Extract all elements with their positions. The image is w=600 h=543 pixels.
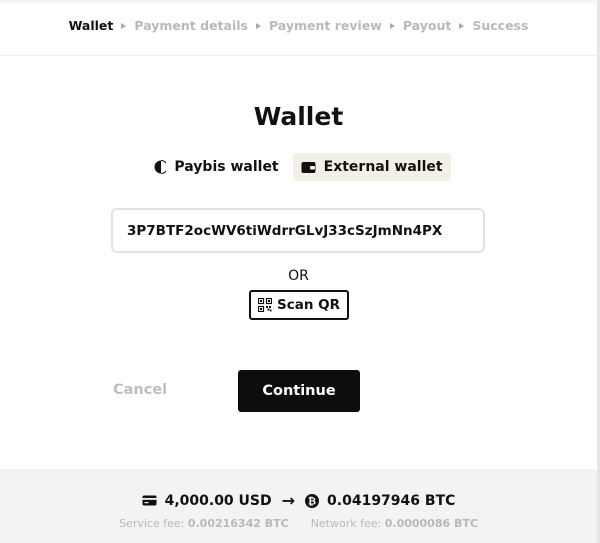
bitcoin-icon: ₿ [305,493,320,508]
arrow-right-icon: → [281,491,296,510]
wallet-address-input[interactable] [111,208,485,253]
paybis-logo-icon [154,160,167,174]
qr-code-icon [257,298,272,312]
step-separator-icon [389,22,395,29]
wallet-icon [301,161,316,174]
service-fee-value: 0.00216342 BTC [187,517,289,530]
page-title: Wallet [253,102,344,131]
network-fee-label: Network fee: [310,517,382,530]
or-divider-text: OR [288,268,309,284]
step-payout: Payout [402,18,452,33]
step-wallet: Wallet [68,18,114,33]
step-payment-review: Payment review [268,18,382,33]
cancel-button[interactable]: Cancel [113,382,167,398]
receive-amount: 0.04197946 BTC [327,492,456,509]
network-fee: Network fee: 0.0000086 BTC [311,517,478,530]
pay-amount: 4,000.00 USD [164,492,272,509]
amount-summary: 4,000.00 USD → ₿ 0.04197946 BTC [0,491,597,510]
fee-breakdown: Service fee: 0.00216342 BTC Network fee:… [0,517,597,530]
step-separator-icon [121,22,127,29]
step-payment-details: Payment details [134,18,248,33]
top-strip [0,0,600,3]
tab-paybis-wallet[interactable]: Paybis wallet [146,153,286,181]
network-fee-value: 0.0000086 BTC [384,517,478,530]
order-summary: 4,000.00 USD → ₿ 0.04197946 BTC Service … [0,469,597,543]
tab-external-wallet[interactable]: External wallet [292,153,451,181]
scan-qr-button[interactable]: Scan QR [249,290,349,320]
step-separator-icon [459,22,465,29]
service-fee-label: Service fee: [119,517,185,530]
card-icon [142,495,157,506]
step-separator-icon [255,22,261,29]
service-fee: Service fee: 0.00216342 BTC [119,517,289,530]
wallet-type-tabs: Paybis wallet External wallet [0,153,597,181]
svg-text:₿: ₿ [308,495,316,507]
tab-external-wallet-label: External wallet [323,159,443,175]
tab-paybis-wallet-label: Paybis wallet [174,159,279,175]
progress-steps: Wallet Payment details Payment review Pa… [0,18,597,33]
continue-button[interactable]: Continue [238,370,360,412]
step-success: Success [472,18,529,33]
header-divider [0,55,597,56]
scan-qr-label: Scan QR [276,297,341,313]
